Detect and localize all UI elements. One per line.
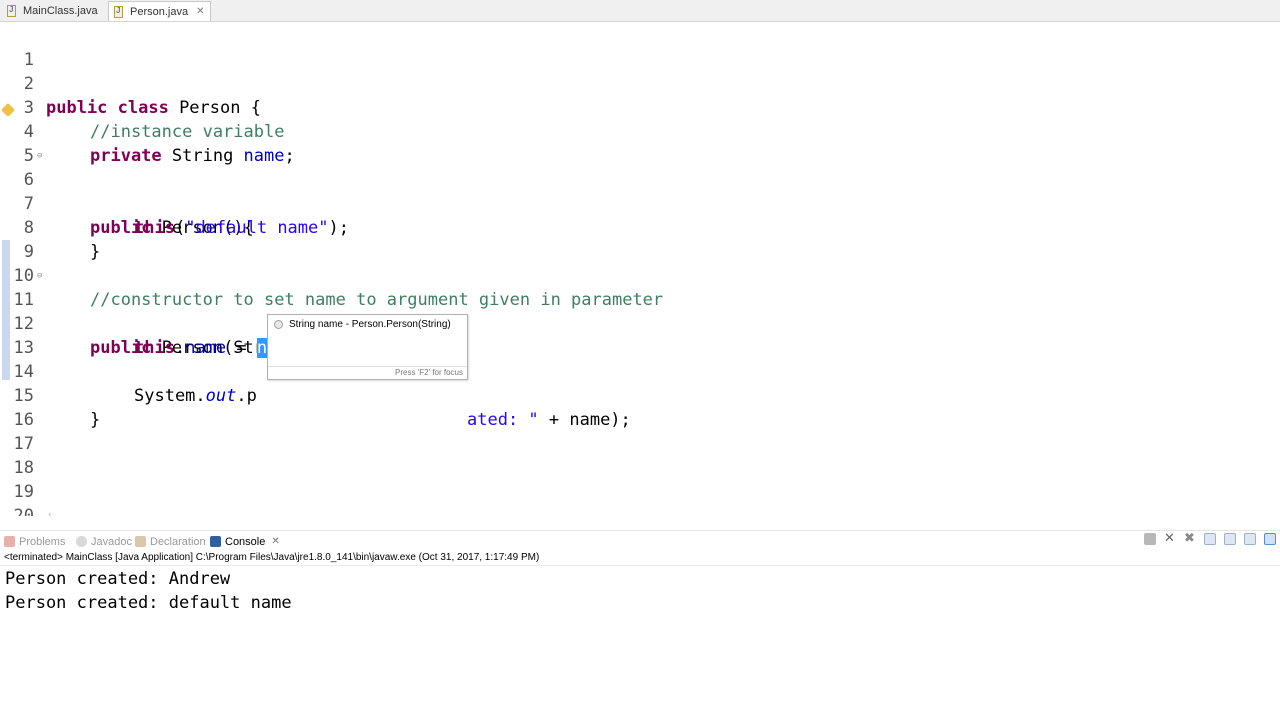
tab-label: Person.java: [130, 5, 189, 18]
code-editor[interactable]: 1 2 public class Person { 3 //instance v…: [0, 22, 1280, 516]
fold-toggle-icon[interactable]: ⊖: [37, 144, 42, 168]
code-line-6: 6 ⊖ public Person(){: [0, 144, 1280, 238]
field-icon: [274, 320, 283, 329]
code-line-2: 2 public class Person {: [0, 48, 1280, 118]
code-line-4: 4 private String name;: [0, 96, 1280, 166]
tab-label: Console: [225, 535, 266, 548]
pin-console-icon[interactable]: [1244, 533, 1256, 545]
close-all-icon[interactable]: ✖: [1184, 532, 1196, 545]
tab-mainclass-java[interactable]: MainClass.java: [2, 1, 104, 21]
code-line-7: 7 this("default name");: [0, 168, 1280, 238]
open-console-icon[interactable]: [1264, 533, 1276, 545]
code-line-13: 13: [0, 312, 1280, 358]
code-line-18: 18: [0, 432, 1280, 478]
close-tab-icon[interactable]: ✕: [271, 536, 279, 547]
code-line-1: 1: [0, 24, 1280, 70]
console-icon: [210, 536, 221, 547]
code-line-17: 17: [0, 408, 1280, 454]
console-toolbar: ✕ ✖: [1144, 532, 1276, 545]
divider: [0, 565, 1280, 566]
close-icon[interactable]: ✕: [1164, 532, 1176, 545]
bottom-panel-tabs: Problems Javadoc Declaration Console ✕ ✕…: [0, 530, 1280, 550]
hover-title-text: String name - Person.Person(String): [289, 319, 451, 330]
scroll-lock-icon[interactable]: [1204, 533, 1216, 545]
console-output-line: Person created: Andrew: [5, 569, 231, 589]
show-console-icon[interactable]: [1224, 533, 1236, 545]
tab-javadoc[interactable]: Javadoc: [76, 533, 132, 550]
tab-declaration[interactable]: Declaration: [135, 533, 206, 550]
hover-hint: Press 'F2' for focus: [268, 366, 467, 379]
code-line-9: 9: [0, 216, 1280, 262]
tab-problems[interactable]: Problems: [4, 533, 65, 550]
line-number: 20: [13, 506, 34, 516]
code-line-12: 12 this.name = name;: [0, 288, 1280, 358]
code-line-16: 16: [0, 384, 1280, 430]
tab-label: Declaration: [150, 535, 206, 548]
code-line-10: 10 //constructor to set name to argument…: [0, 240, 1280, 310]
java-file-icon: [113, 5, 125, 18]
code-line-5: 5: [0, 120, 1280, 166]
tab-person-java[interactable]: Person.java ✕: [108, 1, 212, 21]
console-output-line: Person created: default name: [5, 593, 292, 613]
fold-toggle-icon[interactable]: ⊖: [37, 264, 42, 288]
code-line-14: 14 System.out.p ated: " + name);: [0, 336, 1280, 430]
javadoc-icon: [76, 536, 87, 547]
code-line-11: 11 ⊖ public Person(String name){: [0, 264, 1280, 358]
tab-label: Javadoc: [91, 535, 132, 548]
editor-tab-bar: MainClass.java Person.java ✕: [0, 0, 1280, 22]
scroll-left-icon[interactable]: ‹: [48, 510, 52, 520]
code-line-15: 15 }: [0, 360, 1280, 430]
tab-label: MainClass.java: [23, 5, 98, 17]
declaration-icon: [135, 536, 146, 547]
code-line-19: 19: [0, 456, 1280, 502]
hover-title: String name - Person.Person(String): [274, 319, 451, 330]
stop-icon[interactable]: [1144, 533, 1156, 545]
close-tab-icon[interactable]: ✕: [196, 6, 204, 17]
tab-console[interactable]: Console ✕: [210, 533, 280, 550]
code-line-8: 8 }: [0, 192, 1280, 262]
console-status-line: <terminated> MainClass [Java Application…: [4, 552, 540, 563]
problems-icon: [4, 536, 15, 547]
tab-label: Problems: [19, 535, 66, 548]
code-line-3: 3 //instance variable: [0, 72, 1280, 142]
hover-tooltip[interactable]: String name - Person.Person(String) Pres…: [267, 314, 468, 380]
java-file-icon: [6, 5, 18, 17]
code-line-20: 20 }: [0, 480, 1280, 516]
